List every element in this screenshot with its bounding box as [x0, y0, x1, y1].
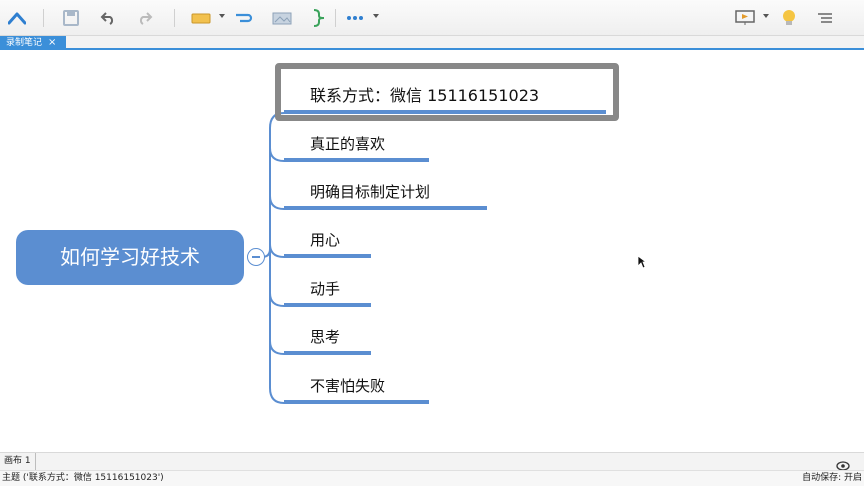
- status-bar: 主题 ('联系方式：微信 15116151023') 自动保存: 开启: [0, 470, 864, 486]
- save-icon[interactable]: [60, 7, 82, 29]
- relationship-icon[interactable]: [232, 7, 256, 29]
- collapse-toggle[interactable]: [247, 248, 265, 266]
- outline-icon[interactable]: [814, 7, 836, 29]
- topic-underline: [284, 158, 429, 162]
- topic-hands-on[interactable]: 动手: [310, 278, 340, 299]
- tab-label: 录制笔记: [6, 38, 43, 48]
- topic-attentive[interactable]: 用心: [310, 229, 340, 250]
- mouse-pointer-icon: [637, 254, 648, 273]
- topic-underline: [284, 254, 371, 258]
- status-autosave: 自动保存: 开启: [802, 473, 862, 483]
- idea-icon[interactable]: [778, 7, 800, 29]
- topic-underline: [284, 400, 429, 404]
- topic-underline: [284, 303, 371, 307]
- undo-icon[interactable]: [97, 7, 119, 29]
- mindmap-canvas[interactable]: 如何学习好技术 联系方式：微信 15116151023 真正的喜欢 明确目标制定…: [0, 51, 864, 452]
- redo-icon[interactable]: [134, 7, 156, 29]
- close-icon[interactable]: ×: [48, 36, 56, 50]
- topic-no-fear[interactable]: 不害怕失败: [310, 375, 385, 396]
- home-icon[interactable]: [6, 7, 28, 29]
- summary-icon[interactable]: [308, 7, 330, 29]
- tab-strip: 录制笔记 ×: [0, 36, 864, 50]
- topic-goals-plan[interactable]: 明确目标制定计划: [310, 181, 430, 202]
- sheet-bar: 画布 1: [0, 452, 864, 471]
- sheet-tab[interactable]: 画布 1: [0, 453, 36, 470]
- topic-underline: [284, 206, 487, 210]
- topic-true-interest[interactable]: 真正的喜欢: [310, 133, 385, 154]
- topic-contact[interactable]: 联系方式：微信 15116151023: [310, 82, 539, 106]
- insert-topic-icon[interactable]: [189, 7, 213, 29]
- tab-document[interactable]: 录制笔记 ×: [0, 36, 66, 50]
- more-icon[interactable]: [344, 7, 366, 29]
- topic-think[interactable]: 思考: [310, 326, 340, 347]
- status-selected-topic: 主题 ('联系方式：微信 15116151023'): [2, 473, 164, 483]
- topic-underline: [284, 110, 606, 114]
- presentation-icon[interactable]: [733, 7, 757, 29]
- image-icon[interactable]: [270, 7, 294, 29]
- central-topic[interactable]: 如何学习好技术: [16, 230, 244, 285]
- topic-underline: [284, 351, 371, 355]
- toolbar: [0, 0, 864, 36]
